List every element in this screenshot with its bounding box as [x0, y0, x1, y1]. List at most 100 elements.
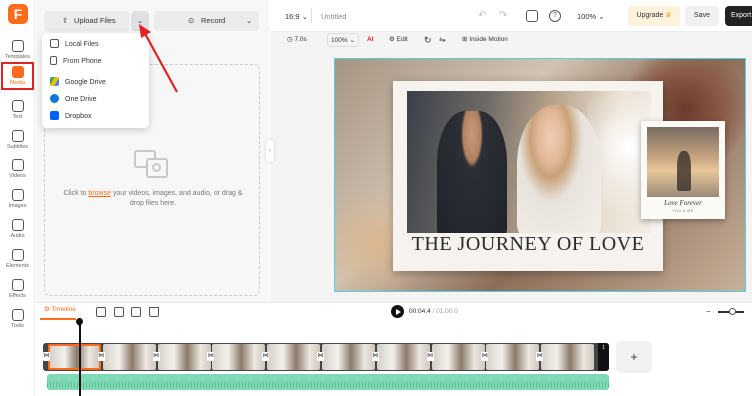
sidebar-item-tools[interactable]: Tools: [1, 307, 34, 335]
flip-icon[interactable]: ⇋: [439, 33, 446, 47]
track-end-marker: 1: [598, 343, 609, 371]
time-display: 00:04.4 / 01:00.0: [409, 308, 458, 315]
audio-track[interactable]: [47, 374, 609, 390]
ai-icon[interactable]: AI: [367, 33, 374, 47]
timeline-clip[interactable]: [431, 344, 485, 370]
duplicate-icon[interactable]: [131, 307, 141, 317]
chevron-down-icon: ⌄: [301, 12, 308, 21]
sidebar-item-effects[interactable]: Effects: [1, 277, 34, 305]
project-name[interactable]: Untitled: [321, 12, 346, 21]
undo-icon[interactable]: ↶: [478, 10, 486, 21]
transition-icon[interactable]: ⋈: [371, 352, 379, 361]
aspect-ratio-select[interactable]: 16:9 ⌄: [285, 12, 308, 21]
zoom-out-icon[interactable]: −: [706, 307, 711, 316]
video-icon: [11, 159, 24, 171]
timeline-clip[interactable]: [322, 344, 375, 370]
save-button[interactable]: Save: [685, 6, 719, 26]
sidebar-item-images[interactable]: Images: [1, 187, 34, 215]
polaroid-subcaption: YOU & ME: [672, 209, 694, 213]
upload-files-button[interactable]: ⇧ Upload Files: [44, 11, 130, 31]
wedding-couple-photo: [407, 91, 651, 233]
timeline-zoom-knob[interactable]: [729, 308, 736, 315]
polaroid-caption: Love Forever: [664, 199, 702, 207]
collapse-panel-handle[interactable]: ‹: [266, 140, 274, 162]
transition-icon[interactable]: ⋈: [152, 352, 160, 361]
timeline-clip[interactable]: [541, 344, 595, 370]
help-icon[interactable]: ?: [549, 10, 561, 22]
effects-icon: [11, 279, 24, 291]
timeline-clip[interactable]: [486, 344, 540, 370]
transition-icon[interactable]: ⋈: [43, 352, 50, 361]
add-track-icon[interactable]: [96, 307, 106, 317]
duration-control[interactable]: ◷ 7.0s: [287, 33, 307, 47]
sidebar-item-subtitles[interactable]: Subtitles: [1, 128, 34, 156]
audio-waveform: [47, 382, 609, 388]
split-icon[interactable]: [114, 307, 124, 317]
polaroid-photo[interactable]: Love Forever YOU & ME: [641, 121, 725, 219]
groom-figure: [437, 111, 507, 233]
inside-motion-button[interactable]: ⊞ Inside Motion: [462, 33, 508, 47]
export-button[interactable]: Export: [725, 6, 752, 26]
menu-item-from-phone[interactable]: From Phone: [50, 55, 145, 69]
transition-icon[interactable]: ⋈: [207, 352, 215, 361]
menu-item-one-drive[interactable]: One Drive: [50, 93, 145, 107]
edit-button[interactable]: ⚙ Edit: [389, 33, 408, 47]
menu-item-dropbox[interactable]: Dropbox: [50, 110, 145, 124]
record-icon: ⊙: [188, 16, 195, 25]
transition-icon[interactable]: ⋈: [481, 352, 489, 361]
zoom-select[interactable]: 100% ⌄: [577, 12, 605, 21]
google-drive-icon: [50, 77, 59, 86]
sidebar-item-audio[interactable]: Audio: [1, 217, 34, 245]
transition-icon[interactable]: ⋈: [262, 352, 270, 361]
timeline-clip[interactable]: [212, 344, 266, 370]
transition-icon[interactable]: ⋈: [97, 352, 105, 361]
upgrade-button[interactable]: Upgrade ♛: [628, 6, 680, 26]
scale-select[interactable]: 100% ⌄: [327, 33, 359, 47]
screenshot-icon[interactable]: [526, 10, 538, 22]
canvas-title-text[interactable]: THE JOURNEY OF LOVE: [401, 233, 655, 256]
bride-figure: [517, 105, 601, 233]
add-clip-button[interactable]: +: [616, 341, 652, 373]
media-upload-illustration-icon: [130, 146, 170, 180]
timeline-clip[interactable]: [48, 344, 101, 370]
timeline-clip[interactable]: [267, 344, 321, 370]
motion-icon: ⊞: [462, 36, 468, 43]
app-logo[interactable]: F: [8, 4, 28, 24]
browse-link[interactable]: browse: [88, 190, 111, 197]
transition-icon[interactable]: ⋈: [536, 352, 544, 361]
chevron-down-icon: ⌄: [598, 12, 605, 21]
sidebar-item-media[interactable]: Media: [1, 62, 34, 90]
redo-icon[interactable]: ↷: [499, 10, 507, 21]
main-photo-frame[interactable]: THE JOURNEY OF LOVE: [393, 81, 663, 271]
transition-icon[interactable]: ⋈: [317, 352, 324, 361]
tools-icon: [11, 309, 24, 321]
drop-zone-text: Click to browse your videos, images, and…: [63, 190, 243, 207]
timeline-clip[interactable]: [376, 344, 430, 370]
beach-couple-photo: [647, 127, 719, 197]
record-button[interactable]: ⊙ Record ⌄: [154, 11, 259, 31]
menu-item-local-files[interactable]: Local Files: [50, 38, 145, 52]
sidebar-item-elements[interactable]: Elements: [1, 247, 34, 275]
media-folder-icon: [11, 66, 24, 78]
chevron-down-icon: ⌄: [246, 16, 253, 25]
play-button[interactable]: [391, 305, 404, 318]
menu-item-google-drive[interactable]: Google Drive: [50, 76, 145, 90]
sidebar-item-videos[interactable]: Videos: [1, 157, 34, 185]
delete-icon[interactable]: [149, 307, 159, 317]
transition-icon[interactable]: ⋈: [426, 352, 434, 361]
onedrive-icon: [50, 94, 59, 103]
elements-icon: [11, 249, 24, 261]
playhead[interactable]: [79, 318, 81, 396]
upload-dropdown-toggle[interactable]: ⌄: [130, 11, 149, 31]
templates-icon: [11, 40, 24, 52]
timeline-label[interactable]: ⚙ Timeline: [44, 305, 76, 313]
timeline-clip[interactable]: [157, 344, 211, 370]
timeline-clip[interactable]: [102, 344, 156, 370]
dropbox-icon: [50, 111, 59, 120]
video-preview-canvas[interactable]: THE JOURNEY OF LOVE Love Forever YOU & M…: [334, 58, 746, 292]
rotate-icon[interactable]: ↻: [424, 33, 432, 47]
chevron-down-icon: ⌄: [349, 37, 355, 44]
music-note-icon: [11, 219, 24, 231]
crown-icon: ♛: [665, 12, 672, 19]
sidebar-item-text[interactable]: Text: [1, 98, 34, 126]
